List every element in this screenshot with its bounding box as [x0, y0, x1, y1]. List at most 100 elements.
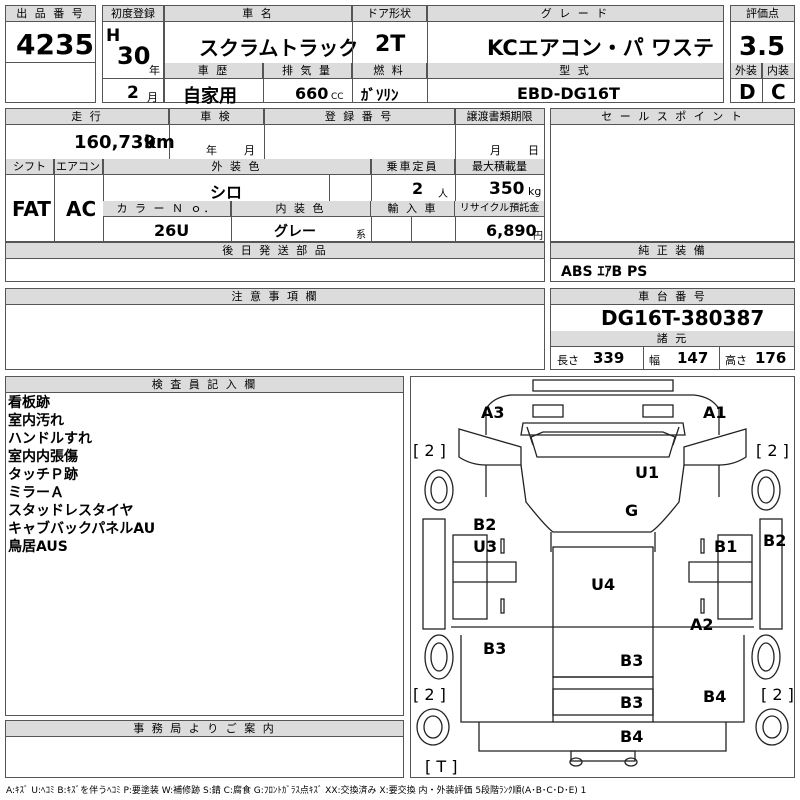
inspector-line: ハンドルすれ — [8, 431, 92, 447]
regno-label: 登 録 番 号 — [264, 109, 455, 125]
equipment-box: 純 正 装 備 ABS ｴｱB PS — [550, 242, 795, 282]
model: EBD-DG16T — [517, 84, 620, 103]
insp-year-unit: 年 — [206, 144, 217, 157]
inspector-line: ミラーＡ — [8, 485, 64, 501]
displacement-label: 排 気 量 — [263, 63, 352, 79]
equipment-label: 純 正 装 備 — [551, 243, 794, 259]
history: 自家用 — [183, 86, 237, 107]
dims-label: 諸 元 — [551, 331, 794, 347]
lot-number: 4235 — [16, 28, 94, 61]
ac-label: エアコン — [54, 159, 103, 175]
damage-mark: [ 2 ] — [413, 441, 446, 460]
import-label: 輸 入 車 — [371, 201, 455, 217]
inspector-line: キャブバックパネルAU — [8, 521, 156, 537]
fuel-label: 燃 料 — [352, 63, 427, 79]
transfer-month-unit: 月 — [490, 144, 501, 157]
seats-unit: 人 — [438, 189, 448, 200]
reg-year: 30 — [117, 42, 151, 70]
car-name-label: 車 名 — [165, 6, 352, 22]
door-label: ドア形状 — [352, 6, 427, 22]
width: 147 — [677, 349, 709, 367]
damage-mark: B3 — [483, 639, 507, 658]
damage-mark: A2 — [690, 615, 714, 634]
load-unit: kg — [528, 185, 542, 198]
damage-mark: A3 — [481, 403, 505, 422]
length-label: 長さ — [557, 354, 579, 367]
year-unit: 年 — [149, 64, 160, 77]
body-color: シロ — [210, 183, 243, 202]
door-type: 2T — [375, 32, 406, 57]
notes-box: 注 意 事 項 欄 — [5, 288, 545, 370]
score-label: 評価点 — [731, 6, 794, 22]
displacement: 660 — [295, 84, 329, 103]
seats-label: 乗車定員 — [371, 159, 455, 175]
history-label: 車 歴 — [165, 63, 263, 79]
seats: 2 — [412, 179, 424, 198]
lot-label: 出 品 番 号 — [6, 6, 95, 22]
int-label: 内装 — [762, 63, 794, 79]
intcolor-unit: 系 — [356, 230, 366, 241]
damage-mark: B3 — [620, 693, 644, 712]
damage-diagram-box: A3 A1 [ 2 ] [ 2 ] U1 G B2 U3 B1 B2 U4 A2… — [410, 376, 795, 778]
notes-label: 注 意 事 項 欄 — [6, 289, 544, 305]
sales-point-box: セ ー ル ス ポ イ ン ト — [550, 108, 795, 242]
damage-mark: G — [625, 501, 639, 520]
damage-mark: B4 — [620, 727, 644, 746]
ext-score: D — [739, 80, 756, 104]
recycle-fee: 6,890 — [486, 221, 537, 240]
inspector-line: 看板跡 — [8, 395, 50, 411]
damage-mark: B1 — [714, 537, 738, 556]
damage-mark: B3 — [620, 651, 644, 670]
damage-mark: B2 — [473, 515, 497, 534]
inspector-line: スタッドレスタイヤ — [8, 503, 134, 519]
load-label: 最大積載量 — [455, 159, 544, 175]
transfer-day-unit: 日 — [528, 144, 539, 157]
lot-box: 出 品 番 号 4235 — [5, 5, 96, 103]
car-info-box: 車 名 ドア形状 グ レ ー ド スクラムトラック 2T KCエアコン・パ ワス… — [164, 5, 724, 107]
month-unit: 月 — [147, 91, 158, 104]
damage-mark: U1 — [635, 463, 660, 482]
width-label: 幅 — [649, 354, 660, 367]
chassis-number: DG16T-380387 — [601, 306, 765, 330]
int-score: C — [771, 80, 786, 104]
inspector-line: 室内汚れ — [8, 413, 64, 429]
inspector-line: タッチＰ跡 — [8, 467, 78, 483]
damage-mark: [ 2 ] — [761, 685, 794, 704]
legend-footer: A:ｷｽﾞ U:ﾍｺﾐ B:ｷｽﾞを伴うﾍｺﾐ P:要塗装 W:補修跡 S:錆 … — [6, 786, 587, 796]
ext-label: 外装 — [731, 63, 762, 79]
grade: KCエアコン・パ ワステ — [487, 36, 715, 60]
damage-mark: [ 2 ] — [413, 685, 446, 704]
chassis-box: 車 台 番 号 DG16T-380387 諸 元 長さ 339 幅 147 高さ… — [550, 288, 795, 370]
colorno-label: カ ラ ー Ｎ ｏ． — [103, 201, 231, 217]
first-registration-box: 初度登録 H 30 年 2 月 — [102, 5, 164, 104]
damage-mark: B4 — [703, 687, 727, 706]
color-number: 26U — [154, 221, 190, 240]
mileage-label: 走 行 — [6, 109, 169, 125]
interior-color: グレー — [274, 224, 316, 240]
chassis-label: 車 台 番 号 — [551, 289, 794, 305]
office-label: 事 務 局 よ り ご 案 内 — [6, 721, 403, 737]
recycle-unit: 円 — [533, 231, 543, 242]
color-label: 外 装 色 — [103, 159, 371, 175]
model-label: 型 式 — [427, 63, 723, 79]
damage-mark: U4 — [591, 575, 616, 594]
equipment: ABS ｴｱB PS — [561, 264, 648, 280]
score: 3.5 — [739, 32, 786, 62]
height-label: 高さ — [725, 354, 747, 367]
damage-mark: [ T ] — [425, 757, 458, 776]
reg-month: 2 — [127, 83, 139, 103]
length: 339 — [593, 349, 625, 367]
ac: AC — [66, 197, 97, 221]
later-parts-box: 後 日 発 送 部 品 — [5, 242, 545, 282]
grade-label: グ レ ー ド — [427, 6, 723, 22]
height: 176 — [755, 349, 787, 367]
transfer-label: 譲渡書類期限 — [455, 109, 544, 125]
damage-mark: [ 2 ] — [756, 441, 789, 460]
office-box: 事 務 局 よ り ご 案 内 — [5, 720, 404, 778]
insp-month-unit: 月 — [244, 144, 255, 157]
sales-point-label: セ ー ル ス ポ イ ン ト — [551, 109, 794, 125]
damage-mark: A1 — [703, 403, 727, 422]
inspector-label: 検 査 員 記 入 欄 — [6, 377, 403, 393]
damage-mark: U3 — [473, 537, 498, 556]
shift: FAT — [12, 197, 51, 221]
